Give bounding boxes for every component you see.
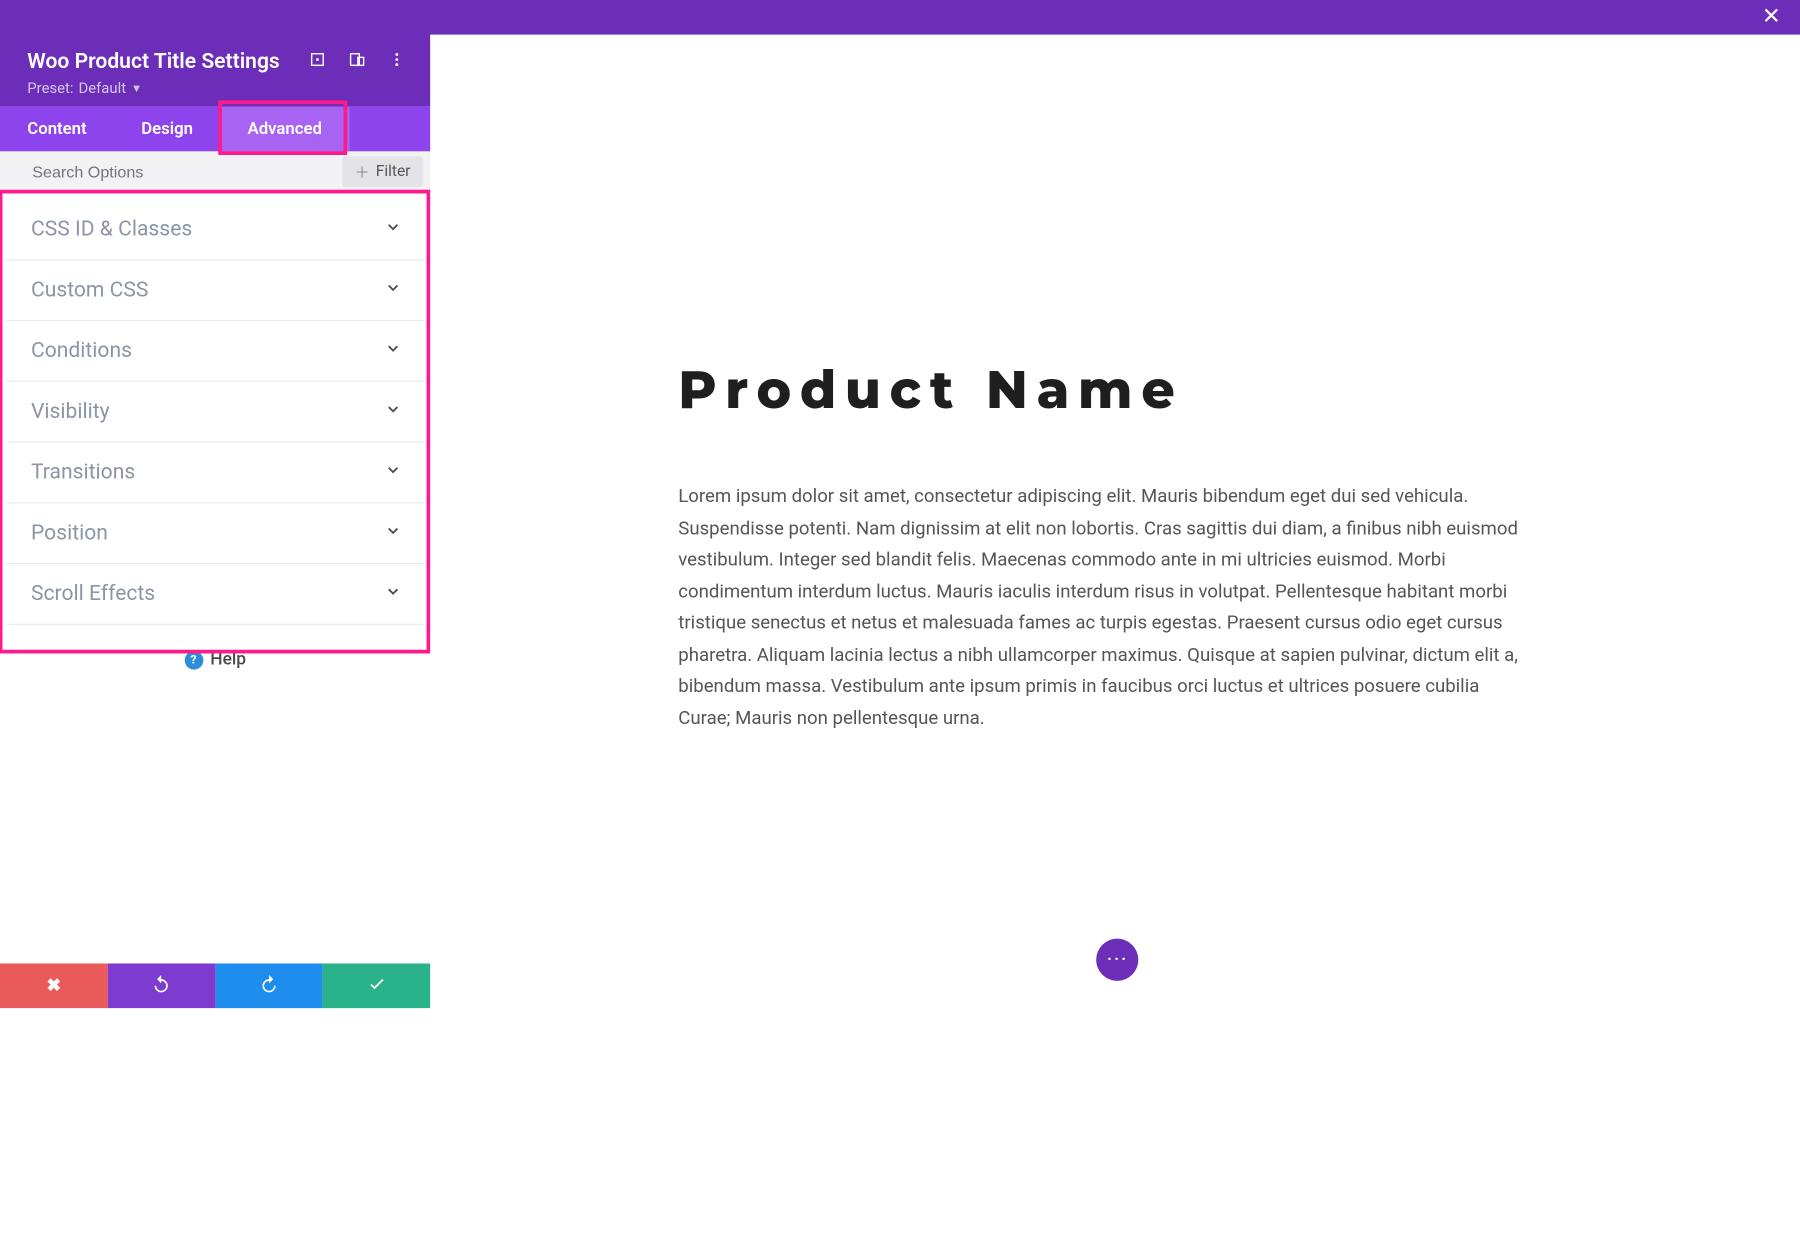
product-description: Lorem ipsum dolor sit amet, consectetur …: [678, 481, 1534, 734]
chevron-down-icon: [384, 279, 401, 301]
undo-icon: [151, 973, 171, 998]
accordion-custom-css[interactable]: Custom CSS: [6, 260, 424, 321]
tab-design[interactable]: Design: [114, 107, 220, 152]
cancel-button[interactable]: ✖: [0, 963, 108, 1008]
settings-tabs: Content Design Advanced: [0, 107, 430, 152]
filter-button[interactable]: ＋ Filter: [342, 156, 423, 187]
redo-icon: [259, 973, 279, 998]
help-icon: ?: [184, 650, 203, 669]
panel-titlebar: Woo Product Title Settings: [0, 35, 430, 75]
preset-value: Default: [78, 79, 126, 96]
panel-header: Woo Product Title Settings Preset: Defau…: [0, 0, 430, 107]
chevron-down-icon: [384, 522, 401, 544]
check-icon: [367, 973, 387, 998]
panel-title: Woo Product Title Settings: [27, 50, 279, 75]
chevron-down-icon: [384, 340, 401, 362]
redo-button[interactable]: [215, 963, 323, 1008]
preview-canvas: Product Name Lorem ipsum dolor sit amet,…: [430, 35, 1800, 1008]
accordion-conditions[interactable]: Conditions: [6, 321, 424, 382]
plus-icon: ＋: [355, 164, 370, 179]
close-icon: ✖: [47, 976, 62, 996]
help-row[interactable]: ? Help: [0, 625, 430, 670]
chevron-down-icon: [384, 583, 401, 605]
undo-button[interactable]: [108, 963, 216, 1008]
more-icon[interactable]: [388, 51, 405, 73]
accordion-list: CSS ID & Classes Custom CSS Conditions V…: [0, 193, 430, 625]
app-root: Edit Camera Product All Products Body La…: [0, 0, 1800, 1008]
chevron-down-icon: ▼: [131, 81, 142, 95]
accordion-transitions[interactable]: Transitions: [6, 443, 424, 504]
accordion-position[interactable]: Position: [6, 503, 424, 564]
settings-sidebar: Woo Product Title Settings Preset: Defau…: [0, 0, 430, 1008]
close-icon[interactable]: ✕: [1754, 4, 1788, 31]
help-label: Help: [210, 650, 246, 670]
hover-icon[interactable]: [309, 51, 326, 73]
preset-row[interactable]: Preset: Default ▼: [0, 74, 430, 96]
chevron-down-icon: [384, 461, 401, 483]
save-button[interactable]: [323, 963, 431, 1008]
responsive-icon[interactable]: [348, 51, 365, 73]
tab-advanced[interactable]: Advanced: [220, 107, 349, 152]
bottom-actions: ✖: [0, 963, 430, 1008]
chevron-down-icon: [384, 401, 401, 423]
panel-icon-group: [309, 51, 406, 73]
accordion-visibility[interactable]: Visibility: [6, 382, 424, 443]
search-row: ＋ Filter: [0, 151, 430, 193]
tab-content[interactable]: Content: [0, 107, 114, 152]
product-heading: Product Name: [678, 357, 1552, 421]
ellipsis-icon: ···: [1107, 947, 1128, 973]
page-settings-fab[interactable]: ···: [1096, 939, 1138, 981]
preset-prefix: Preset:: [27, 79, 73, 96]
chevron-down-icon: [384, 218, 401, 240]
filter-label: Filter: [376, 162, 411, 181]
accordion-scroll-effects[interactable]: Scroll Effects: [6, 564, 424, 625]
search-input[interactable]: [0, 162, 342, 181]
accordion-css-id-classes[interactable]: CSS ID & Classes: [6, 200, 424, 261]
